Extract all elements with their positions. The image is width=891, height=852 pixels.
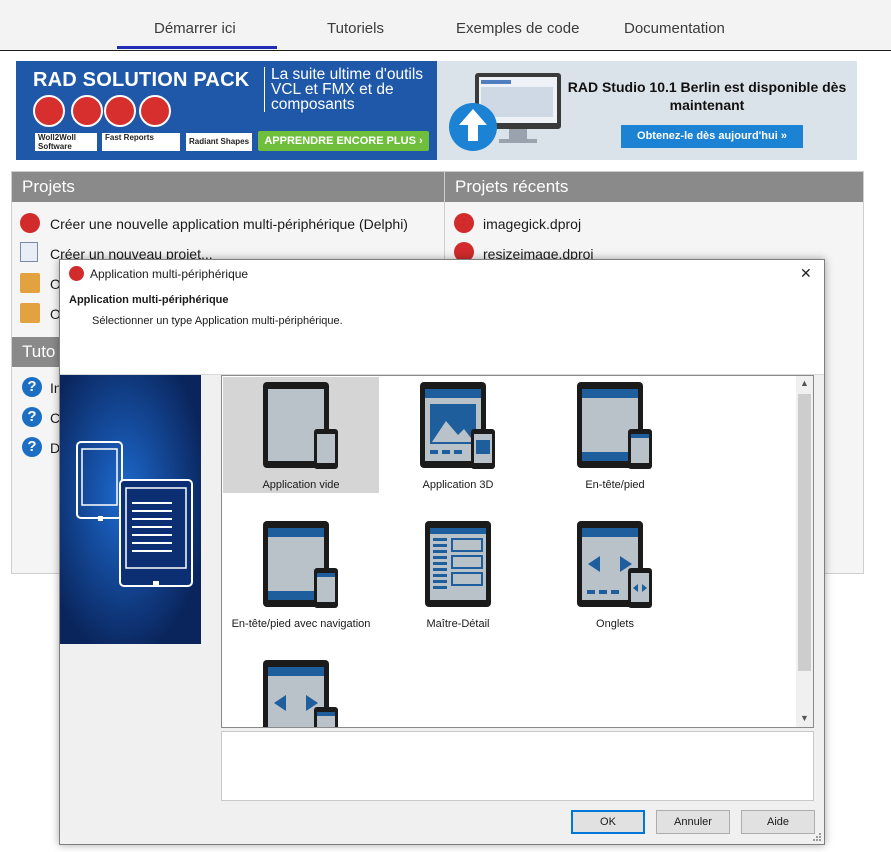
multi-device-illustration xyxy=(60,375,201,644)
rad-studio-availability: RAD Studio 10.1 Berlin est disponible dè… xyxy=(567,79,847,113)
banner-title: RAD SOLUTION PACK xyxy=(33,69,250,91)
header-footer-icon xyxy=(577,382,652,469)
active-tab-indicator xyxy=(117,46,277,49)
gallery-scrollbar[interactable]: ▲ ▼ xyxy=(796,376,813,727)
dialog-title: Application multi-périphérique xyxy=(90,267,249,281)
multi-device-app-dialog: Application multi-périphérique ✕ Applica… xyxy=(59,259,825,845)
header-footer-nav-icon xyxy=(263,521,338,608)
template-label: Onglets xyxy=(596,618,634,630)
rad-solution-pack-ad[interactable]: RAD SOLUTION PACK La suite ultime d'outi… xyxy=(16,61,437,160)
open-folder-icon xyxy=(20,303,40,323)
tab-demarrer-ici[interactable]: Démarrer ici xyxy=(154,20,236,37)
scroll-up-icon[interactable]: ▲ xyxy=(800,378,809,388)
dialog-header: Application multi-périphérique Sélection… xyxy=(60,288,824,375)
template-label: En-tête/pied avec navigation xyxy=(231,618,371,630)
template-tabbed-navigation[interactable] xyxy=(223,655,379,727)
tab-documentation[interactable]: Documentation xyxy=(624,20,725,37)
master-detail-icon xyxy=(425,521,491,607)
template-label: Maître-Détail xyxy=(426,618,490,630)
monitor-upgrade-icon xyxy=(449,73,561,151)
fast-reports-logo: Fast Reports xyxy=(102,133,180,151)
template-tabbed[interactable]: Onglets xyxy=(537,516,693,632)
network-product-icon xyxy=(71,95,103,127)
template-description-box xyxy=(221,731,814,801)
help-icon: ? xyxy=(22,407,42,427)
help-icon: ? xyxy=(22,437,42,457)
dialog-heading: Application multi-périphérique xyxy=(69,294,229,306)
tab-exemples-de-code[interactable]: Exemples de code xyxy=(456,20,579,37)
top-tab-bar: Démarrer ici Tutoriels Exemples de code … xyxy=(0,0,891,51)
resize-grip-icon[interactable] xyxy=(812,832,822,842)
recent-project-link[interactable]: imagegick.dproj xyxy=(483,216,581,232)
new-project-icon xyxy=(20,242,38,262)
open-folder-icon xyxy=(20,273,40,293)
tabbed-icon xyxy=(577,521,652,608)
tab-tutoriels[interactable]: Tutoriels xyxy=(327,20,384,37)
template-blank-application[interactable]: Application vide xyxy=(223,377,379,493)
promo-banner[interactable]: RAD SOLUTION PACK La suite ultime d'outi… xyxy=(16,61,857,160)
dialog-subheading: Sélectionner un type Application multi-p… xyxy=(92,315,343,327)
dialog-titlebar: Application multi-périphérique ✕ xyxy=(60,260,824,288)
help-button[interactable]: Aide xyxy=(741,810,815,834)
ok-button[interactable]: OK xyxy=(571,810,645,834)
delphi-icon xyxy=(69,266,84,281)
template-label: Application vide xyxy=(262,479,340,491)
projects-header: Projets xyxy=(12,172,445,202)
rad-studio-ad[interactable]: RAD Studio 10.1 Berlin est disponible dè… xyxy=(437,61,857,160)
banner-subtitle: La suite ultime d'outils VCL et FMX et d… xyxy=(264,67,441,112)
delphi-icon xyxy=(20,213,40,233)
radiant-shapes-logo: Radiant Shapes xyxy=(186,133,252,151)
blank-app-icon xyxy=(263,382,338,469)
template-master-detail[interactable]: Maître-Détail xyxy=(380,516,536,632)
template-3d-application[interactable]: Application 3D xyxy=(380,377,536,493)
woll2woll-logo: Woll2Woll Software xyxy=(35,133,97,151)
close-icon[interactable]: ✕ xyxy=(800,265,812,282)
template-header-footer[interactable]: En-tête/pied xyxy=(537,377,693,493)
learn-more-button[interactable]: APPRENDRE ENCORE PLUS › xyxy=(258,131,429,151)
target-product-icon xyxy=(104,95,136,127)
cancel-button[interactable]: Annuler xyxy=(656,810,730,834)
scroll-down-icon[interactable]: ▼ xyxy=(800,713,809,723)
template-label: En-tête/pied xyxy=(585,479,645,491)
delphi-project-icon xyxy=(454,213,474,233)
recent-projects-header: Projets récents xyxy=(445,172,863,202)
get-it-today-label: Obtenez-le dès aujourd'hui xyxy=(637,130,778,142)
grid-product-icon xyxy=(139,95,171,127)
3d-app-icon xyxy=(420,382,495,469)
help-icon: ? xyxy=(22,377,42,397)
chart-product-icon xyxy=(33,95,65,127)
learn-more-label: APPRENDRE ENCORE PLUS xyxy=(264,135,416,147)
template-header-footer-navigation[interactable]: En-tête/pied avec navigation xyxy=(223,516,379,632)
template-gallery[interactable]: Application vide Application 3D En-tête/… xyxy=(221,375,814,728)
tabbed-nav-icon xyxy=(263,660,338,727)
get-it-today-button[interactable]: Obtenez-le dès aujourd'hui » xyxy=(621,125,803,148)
template-label: Application 3D xyxy=(422,479,494,491)
scrollbar-thumb[interactable] xyxy=(798,394,811,671)
create-multi-device-app-link[interactable]: Créer une nouvelle application multi-pér… xyxy=(50,216,408,232)
